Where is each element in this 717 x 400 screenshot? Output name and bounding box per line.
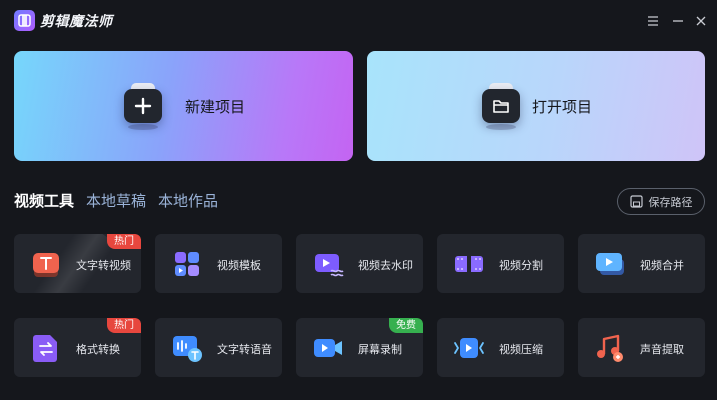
format-convert-icon (30, 332, 62, 364)
text-to-speech-icon (171, 332, 203, 364)
tool-label: 格式转换 (76, 343, 120, 356)
save-icon (629, 195, 643, 208)
tool-text-to-speech[interactable]: 文字转语音 (155, 318, 282, 377)
tool-screen-record[interactable]: 屏幕录制 免费 (296, 318, 423, 377)
app-title: 剪辑魔法师 (40, 14, 113, 30)
template-grid-icon (171, 248, 203, 280)
tool-label: 视频分割 (499, 259, 543, 272)
minimize-icon[interactable] (670, 13, 686, 29)
screen-record-icon (312, 332, 344, 364)
title-bar: 剪辑魔法师 (0, 0, 717, 42)
new-project-label: 新建项目 (185, 98, 246, 116)
menu-icon[interactable] (645, 13, 661, 29)
hot-badge: 热门 (107, 318, 141, 333)
tool-label: 视频合并 (640, 259, 684, 272)
save-path-button[interactable]: 保存路径 (617, 188, 705, 215)
save-path-label: 保存路径 (648, 195, 693, 209)
free-badge: 免费 (389, 318, 423, 333)
video-compress-icon (453, 332, 485, 364)
tool-format-convert[interactable]: 格式转换 热门 (14, 318, 141, 377)
audio-extract-icon (594, 332, 626, 364)
tool-text-to-video[interactable]: 文字转视频 热门 (14, 234, 141, 293)
tool-video-template[interactable]: 视频模板 (155, 234, 282, 293)
tool-label: 文字转语音 (217, 343, 272, 356)
tool-video-compress[interactable]: 视频压缩 (437, 318, 564, 377)
open-project-icon (482, 81, 522, 130)
tab-video-tools[interactable]: 视频工具 (14, 190, 74, 211)
hot-badge: 热门 (107, 234, 141, 249)
tool-label: 视频模板 (217, 259, 261, 272)
open-project-card[interactable]: 打开项目 (367, 51, 705, 161)
watermark-remove-icon (312, 248, 344, 280)
film-split-icon (453, 248, 485, 280)
new-project-icon (124, 81, 164, 130)
open-project-label: 打开项目 (532, 98, 593, 116)
text-t-icon (30, 248, 62, 280)
tool-label: 文字转视频 (76, 259, 131, 272)
tool-label: 声音提取 (640, 343, 684, 356)
new-project-card[interactable]: 新建项目 (14, 51, 353, 161)
tab-local-drafts[interactable]: 本地草稿 (86, 190, 146, 211)
tool-audio-extract[interactable]: 声音提取 (578, 318, 705, 377)
app-logo-icon (14, 10, 35, 31)
tool-label: 屏幕录制 (358, 343, 402, 356)
tool-video-split[interactable]: 视频分割 (437, 234, 564, 293)
video-merge-icon (594, 248, 626, 280)
tool-remove-watermark[interactable]: 视频去水印 (296, 234, 423, 293)
close-icon[interactable] (693, 13, 709, 29)
tool-video-merge[interactable]: 视频合并 (578, 234, 705, 293)
tab-local-works[interactable]: 本地作品 (158, 190, 218, 211)
tool-label: 视频去水印 (358, 259, 413, 272)
tool-label: 视频压缩 (499, 343, 543, 356)
